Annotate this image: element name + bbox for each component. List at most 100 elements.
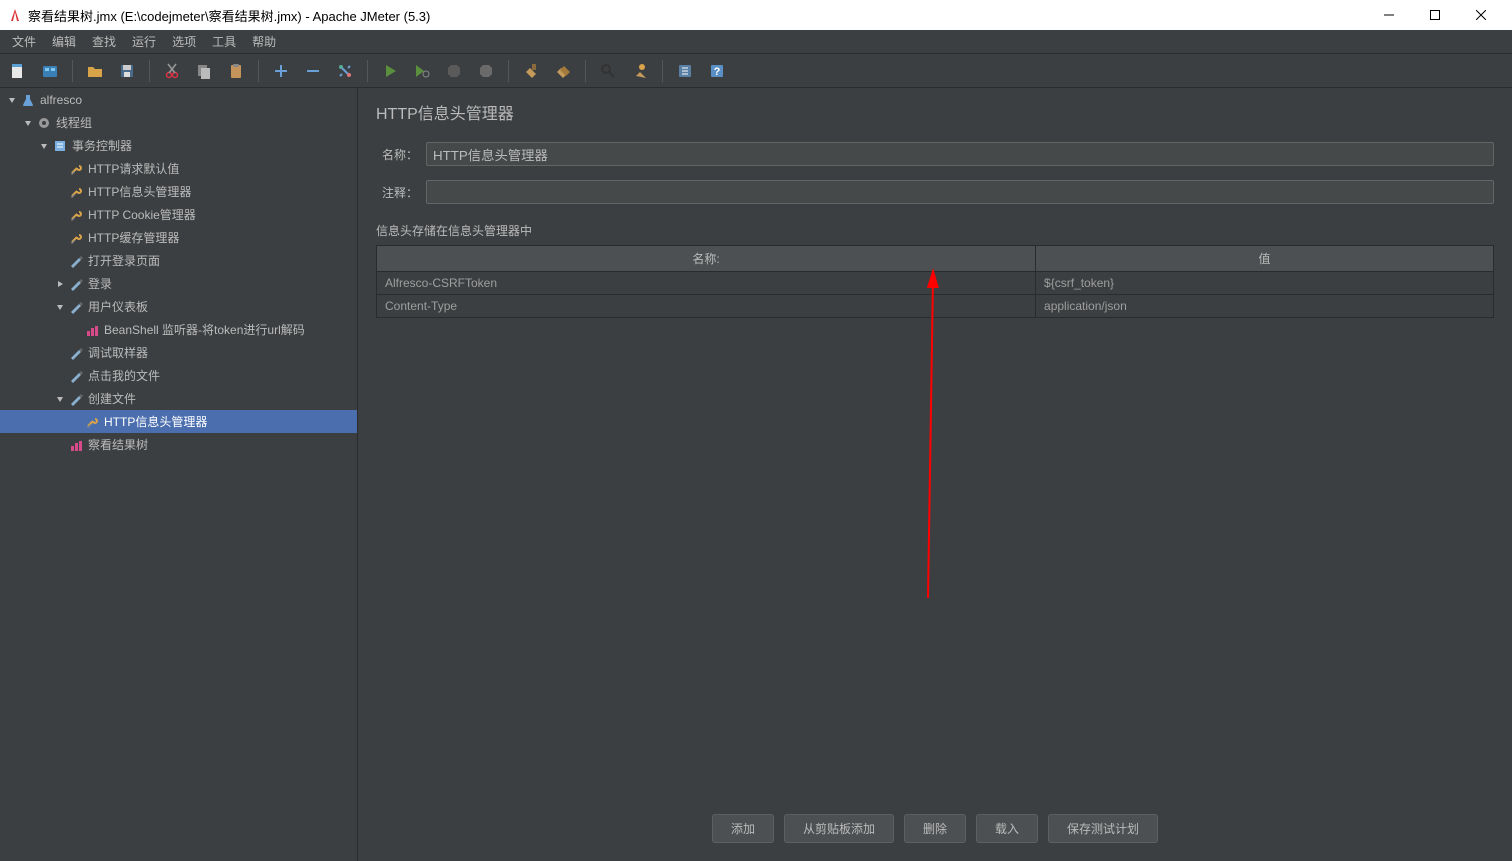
stop-icon[interactable] [440,57,468,85]
save-testplan-button[interactable]: 保存测试计划 [1048,814,1158,843]
tree-node[interactable]: HTTP请求默认值 [0,157,357,180]
tree-node[interactable]: 察看结果树 [0,433,357,456]
test-plan-tree[interactable]: alfresco 线程组事务控制器 HTTP请求默认值 HTTP信息头管理器 HTTP … [0,88,358,861]
close-button[interactable] [1458,0,1504,30]
pen-icon [68,299,84,315]
tree-node[interactable]: HTTP信息头管理器 [0,410,357,433]
col-header-name[interactable]: 名称: [377,246,1036,272]
reset-search-icon[interactable] [626,57,654,85]
tree-node-label: 点击我的文件 [88,367,160,384]
expand-icon[interactable] [267,57,295,85]
templates-icon[interactable] [36,57,64,85]
tree-node[interactable]: HTTP信息头管理器 [0,180,357,203]
chart-icon [84,322,100,338]
wrench-icon [68,184,84,200]
open-icon[interactable] [81,57,109,85]
tree-node-label: 线程组 [56,114,92,131]
tree-node-label: HTTP信息头管理器 [104,413,207,430]
delete-button[interactable]: 删除 [904,814,966,843]
menu-help[interactable]: 帮助 [244,31,284,52]
gear-icon [36,115,52,131]
tree-node[interactable]: HTTP缓存管理器 [0,226,357,249]
table-row[interactable]: Alfresco-CSRFToken${csrf_token} [377,272,1494,295]
header-value-cell[interactable]: ${csrf_token} [1036,272,1494,295]
help-icon[interactable]: ? [703,57,731,85]
add-from-clipboard-button[interactable]: 从剪贴板添加 [784,814,894,843]
tree-node-label: 打开登录页面 [88,252,160,269]
menu-options[interactable]: 选项 [164,31,204,52]
tree-node[interactable]: 调试取样器 [0,341,357,364]
tree-node[interactable]: 线程组 [0,111,357,134]
doc-icon [52,138,68,154]
tree-node-label: BeanShell 监听器-将token进行url解码 [104,321,305,338]
paste-icon[interactable] [222,57,250,85]
flask-icon [20,92,36,108]
menu-search[interactable]: 查找 [84,31,124,52]
header-name-cell[interactable]: Alfresco-CSRFToken [377,272,1036,295]
minimize-button[interactable] [1366,0,1412,30]
new-icon[interactable] [4,57,32,85]
header-value-cell[interactable]: application/json [1036,295,1494,318]
menu-edit[interactable]: 编辑 [44,31,84,52]
tree-node[interactable]: 事务控制器 [0,134,357,157]
maximize-button[interactable] [1412,0,1458,30]
toolbar: ? [0,54,1512,88]
search-icon[interactable] [594,57,622,85]
window-title: 察看结果树.jmx (E:\codejmeter\察看结果树.jmx) - Ap… [28,6,430,25]
tree-node-label: HTTP缓存管理器 [88,229,179,246]
chart-icon [68,437,84,453]
headers-section-label: 信息头存储在信息头管理器中 [376,222,1494,239]
tree-node[interactable]: HTTP Cookie管理器 [0,203,357,226]
tree-node[interactable]: alfresco [0,88,357,111]
load-button[interactable]: 载入 [976,814,1038,843]
tree-toggle-icon[interactable] [54,278,66,290]
tree-node[interactable]: 登录 [0,272,357,295]
tree-node-label: HTTP请求默认值 [88,160,179,177]
shutdown-icon[interactable] [472,57,500,85]
tree-node-label: 用户仪表板 [88,298,148,315]
tree-node[interactable]: 点击我的文件 [0,364,357,387]
menubar: 文件 编辑 查找 运行 选项 工具 帮助 [0,30,1512,54]
save-icon[interactable] [113,57,141,85]
start-no-pause-icon[interactable] [408,57,436,85]
table-row[interactable]: Content-Typeapplication/json [377,295,1494,318]
tree-node[interactable]: BeanShell 监听器-将token进行url解码 [0,318,357,341]
headers-table[interactable]: 名称: 值 Alfresco-CSRFToken${csrf_token}Con… [376,245,1494,318]
menu-file[interactable]: 文件 [4,31,44,52]
editor-panel: HTTP信息头管理器 名称： 注释： 信息头存储在信息头管理器中 名称: 值 A… [358,88,1512,861]
comment-input[interactable] [426,180,1494,204]
cut-icon[interactable] [158,57,186,85]
tree-node-label: HTTP信息头管理器 [88,183,191,200]
annotation-arrow [888,268,968,608]
header-name-cell[interactable]: Content-Type [377,295,1036,318]
tree-toggle-icon[interactable] [6,94,18,106]
collapse-icon[interactable] [299,57,327,85]
tree-toggle-icon[interactable] [54,301,66,313]
tree-toggle-icon[interactable] [22,117,34,129]
pen-icon [68,253,84,269]
clear-all-icon[interactable] [549,57,577,85]
toggle-icon[interactable] [331,57,359,85]
function-helper-icon[interactable] [671,57,699,85]
tree-toggle-icon[interactable] [54,393,66,405]
copy-icon[interactable] [190,57,218,85]
start-icon[interactable] [376,57,404,85]
pen-icon [68,276,84,292]
menu-tools[interactable]: 工具 [204,31,244,52]
tree-node[interactable]: 创建文件 [0,387,357,410]
panel-title: HTTP信息头管理器 [376,100,1494,124]
clear-icon[interactable] [517,57,545,85]
add-button[interactable]: 添加 [712,814,774,843]
tree-node[interactable]: 打开登录页面 [0,249,357,272]
tree-toggle-icon[interactable] [38,140,50,152]
menu-run[interactable]: 运行 [124,31,164,52]
pen-icon [68,391,84,407]
jmeter-app-icon [8,8,22,22]
name-input[interactable] [426,142,1494,166]
tree-node[interactable]: 用户仪表板 [0,295,357,318]
col-header-value[interactable]: 值 [1036,246,1494,272]
tree-node-label: 察看结果树 [88,436,148,453]
tree-node-label: 登录 [88,275,112,292]
comment-label: 注释： [376,184,418,201]
tree-node-label: 创建文件 [88,390,136,407]
